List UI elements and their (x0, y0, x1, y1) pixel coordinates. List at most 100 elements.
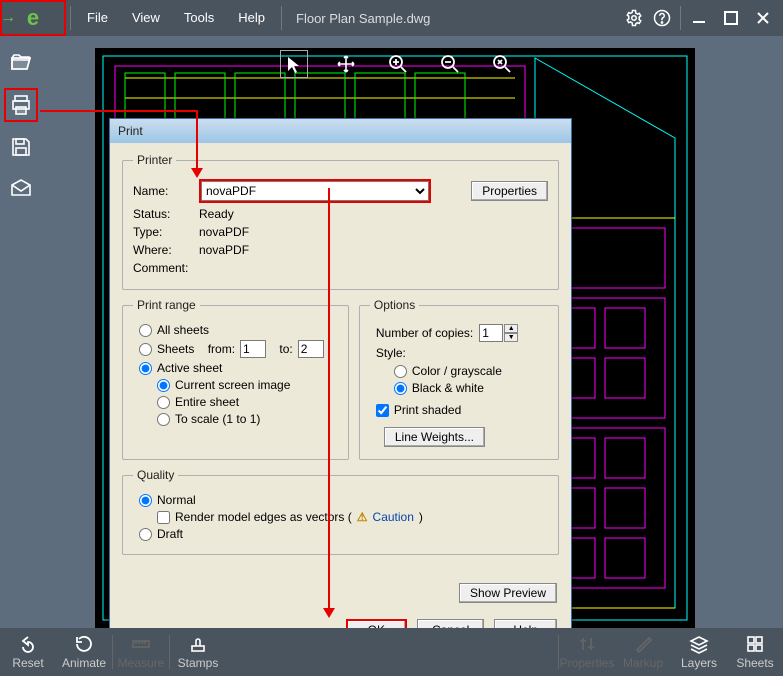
properties-button[interactable]: Properties (559, 628, 615, 676)
render-vectors-check[interactable] (157, 511, 170, 524)
active-sheet-label: Active sheet (157, 361, 222, 375)
quality-group: Quality Normal Render model edges as vec… (122, 468, 559, 555)
logo-letter: e (27, 5, 39, 31)
stamps-label: Stamps (178, 656, 219, 670)
comment-label: Comment: (133, 261, 193, 275)
zoom-in-icon[interactable] (384, 50, 412, 78)
open-file-icon[interactable] (4, 46, 38, 80)
print-dialog: Print Printer Name: novaPDF Properties S… (109, 118, 572, 652)
from-input[interactable] (240, 340, 266, 358)
print-range-group: Print range All sheets Sheets from: to: … (122, 298, 349, 460)
minimize-button[interactable] (685, 4, 713, 32)
annotation-line (40, 110, 198, 112)
style-label: Style: (376, 346, 406, 360)
separator (70, 6, 71, 30)
menu-file[interactable]: File (75, 0, 120, 36)
menu-help[interactable]: Help (226, 0, 277, 36)
animate-label: Animate (62, 656, 106, 670)
bw-radio[interactable] (394, 382, 407, 395)
copies-down[interactable]: ▼ (504, 333, 518, 342)
layers-button[interactable]: Layers (671, 628, 727, 676)
to-scale-label: To scale (1 to 1) (175, 412, 260, 426)
show-preview-button[interactable]: Show Preview (459, 583, 557, 603)
current-screen-label: Current screen image (175, 378, 290, 392)
color-label: Color / grayscale (412, 364, 502, 378)
printer-legend: Printer (133, 153, 176, 167)
animate-button[interactable]: Animate (56, 628, 112, 676)
annotation-arrowhead-icon (323, 608, 335, 618)
sheets-radio[interactable] (139, 343, 152, 356)
zoom-extents-icon[interactable] (488, 50, 516, 78)
markup-button[interactable]: Markup (615, 628, 671, 676)
options-group: Options Number of copies: ▲▼ Style: Colo… (359, 298, 559, 460)
reset-label: Reset (12, 656, 43, 670)
separator (281, 6, 282, 30)
bw-label: Black & white (412, 381, 484, 395)
annotation-line (196, 110, 198, 170)
entire-sheet-label: Entire sheet (175, 395, 239, 409)
app-logo[interactable]: → e (0, 0, 66, 36)
dialog-title: Print (110, 119, 571, 143)
close-button[interactable] (749, 4, 777, 32)
stamps-button[interactable]: Stamps (170, 628, 226, 676)
canvas-tools (280, 50, 516, 78)
options-legend: Options (370, 298, 419, 312)
measure-label: Measure (118, 656, 165, 670)
zoom-out-icon[interactable] (436, 50, 464, 78)
line-weights-button[interactable]: Line Weights... (384, 427, 485, 447)
to-label: to: (279, 342, 292, 356)
type-label: Type: (133, 225, 193, 239)
mail-icon[interactable] (4, 172, 38, 206)
render-vectors-close: ) (419, 510, 423, 524)
arrow-right-icon: → (0, 9, 16, 27)
print-shaded-label: Print shaded (394, 403, 461, 417)
to-input[interactable] (298, 340, 324, 358)
reset-button[interactable]: Reset (0, 628, 56, 676)
status-value: Ready (199, 207, 234, 221)
separator (680, 6, 681, 30)
menu-tools[interactable]: Tools (172, 0, 226, 36)
printer-group: Printer Name: novaPDF Properties Status:… (122, 153, 559, 290)
current-screen-radio[interactable] (157, 379, 170, 392)
copies-input[interactable] (479, 324, 503, 342)
entire-sheet-radio[interactable] (157, 396, 170, 409)
from-label: from: (208, 342, 235, 356)
sheets-label: Sheets (736, 656, 773, 670)
settings-icon[interactable] (620, 4, 648, 32)
print-shaded-check[interactable] (376, 404, 389, 417)
sheets-button[interactable]: Sheets (727, 628, 783, 676)
to-scale-radio[interactable] (157, 413, 170, 426)
warning-icon: ⚠ (357, 510, 368, 524)
caution-link[interactable]: Caution (373, 510, 414, 524)
measure-button[interactable]: Measure (113, 628, 169, 676)
draft-radio[interactable] (139, 528, 152, 541)
normal-label: Normal (157, 493, 196, 507)
render-vectors-label: Render model edges as vectors ( (175, 510, 352, 524)
pan-icon[interactable] (332, 50, 360, 78)
left-toolbar (4, 46, 44, 206)
help-icon[interactable] (648, 4, 676, 32)
all-sheets-radio[interactable] (139, 324, 152, 337)
properties-label: Properties (560, 656, 615, 670)
print-icon[interactable] (4, 88, 38, 122)
normal-radio[interactable] (139, 494, 152, 507)
printer-properties-button[interactable]: Properties (471, 181, 548, 201)
color-radio[interactable] (394, 365, 407, 378)
range-legend: Print range (133, 298, 200, 312)
active-sheet-radio[interactable] (139, 362, 152, 375)
maximize-button[interactable] (717, 4, 745, 32)
copies-label: Number of copies: (376, 326, 473, 340)
bottombar: Reset Animate Measure Stamps Properties … (0, 628, 783, 676)
annotation-arrowhead-icon (191, 168, 203, 178)
all-sheets-label: All sheets (157, 323, 209, 337)
copies-up[interactable]: ▲ (504, 324, 518, 333)
printer-name-select[interactable]: novaPDF (201, 181, 429, 201)
printer-name-label: Name: (133, 184, 193, 198)
where-value: novaPDF (199, 243, 249, 257)
save-icon[interactable] (4, 130, 38, 164)
cursor-icon[interactable] (280, 50, 308, 78)
layers-label: Layers (681, 656, 717, 670)
menubar: → e File View Tools Help Floor Plan Samp… (0, 0, 783, 36)
where-label: Where: (133, 243, 193, 257)
menu-view[interactable]: View (120, 0, 172, 36)
